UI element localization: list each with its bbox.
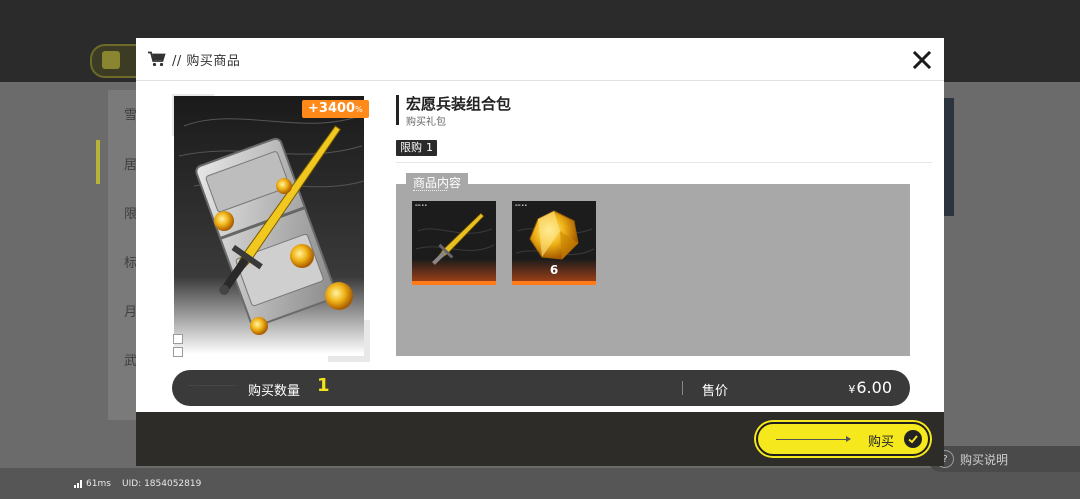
- purchase-help-button[interactable]: ? 购买说明: [928, 446, 1080, 472]
- check-icon: [904, 430, 922, 448]
- arrow-icon: [776, 436, 851, 442]
- limit-label: 限购: [400, 141, 422, 154]
- content-item-crystal[interactable]: ▬▬ ▪ ▪ 6: [512, 201, 596, 285]
- price-amount: 6.00: [856, 378, 892, 397]
- item-rarity-mark: ▬▬ ▪ ▪: [515, 203, 527, 207]
- bonus-value: +3400: [308, 101, 356, 116]
- price-label: 售价: [702, 384, 729, 399]
- background-sidebar-active-indicator: [96, 140, 100, 184]
- buy-button-label: 购买: [868, 435, 895, 450]
- purchase-help-label: 购买说明: [960, 452, 1009, 467]
- buy-button[interactable]: 购买: [756, 422, 930, 456]
- price-value: ¥6.00: [848, 378, 892, 397]
- quantity-label: 购买数量: [248, 384, 301, 399]
- image-pager: [173, 334, 183, 360]
- product-image: [174, 96, 364, 354]
- background-right-card: [944, 98, 954, 216]
- item-glow: [412, 259, 496, 281]
- divider: [396, 162, 932, 163]
- close-icon[interactable]: [910, 48, 934, 72]
- product-name: 宏愿兵装组合包: [406, 95, 512, 113]
- dialog-title: // 购买商品: [172, 54, 241, 69]
- dialog-header: // 购买商品: [136, 38, 944, 81]
- uid-text: UID: 1854052819: [122, 479, 202, 489]
- content-item-sword[interactable]: ▬▬ ▪ ▪: [412, 201, 496, 285]
- dialog-footer: 购买: [136, 412, 944, 466]
- product-type: 购买礼包: [406, 117, 446, 128]
- bonus-badge: +3400%: [302, 100, 369, 118]
- latency-text: 61ms: [86, 479, 111, 489]
- currency-symbol: ¥: [848, 383, 856, 396]
- summary-separator: [682, 381, 683, 395]
- pager-dot[interactable]: [173, 334, 183, 344]
- item-rarity-strip: [412, 281, 496, 285]
- purchase-summary-bar: ⋯⋯⋯⋯⋯⋯⋯⋯⋯⋯⋯⋯⋯⋯⋯⋯ 购买数量 1 售价 ¥6.00: [172, 370, 910, 406]
- purchase-limit-tag: 限购 1: [396, 140, 437, 156]
- contents-tab-label: 商品内容: [406, 173, 469, 193]
- cart-icon: [148, 51, 166, 67]
- item-rarity-strip: [512, 281, 596, 285]
- purchase-dialog: // 购买商品 +3400% 宏愿兵装组合包 购买礼包 限购 1 商品内容 ▬▬…: [136, 38, 944, 466]
- network-status: 61ms: [74, 479, 111, 489]
- bonus-unit: %: [355, 105, 363, 114]
- item-rarity-mark: ▬▬ ▪ ▪: [415, 203, 427, 207]
- item-quantity: 6: [549, 263, 559, 277]
- limit-value: 1: [426, 141, 433, 154]
- decorative-dots: ⋯⋯⋯⋯⋯⋯⋯⋯⋯⋯⋯⋯⋯⋯⋯⋯: [188, 384, 236, 389]
- signal-icon: [74, 480, 82, 488]
- thumb-icon: [102, 51, 120, 69]
- pager-dot[interactable]: [173, 347, 183, 357]
- title-accent-bar: [396, 95, 399, 125]
- quantity-value: 1: [317, 375, 330, 396]
